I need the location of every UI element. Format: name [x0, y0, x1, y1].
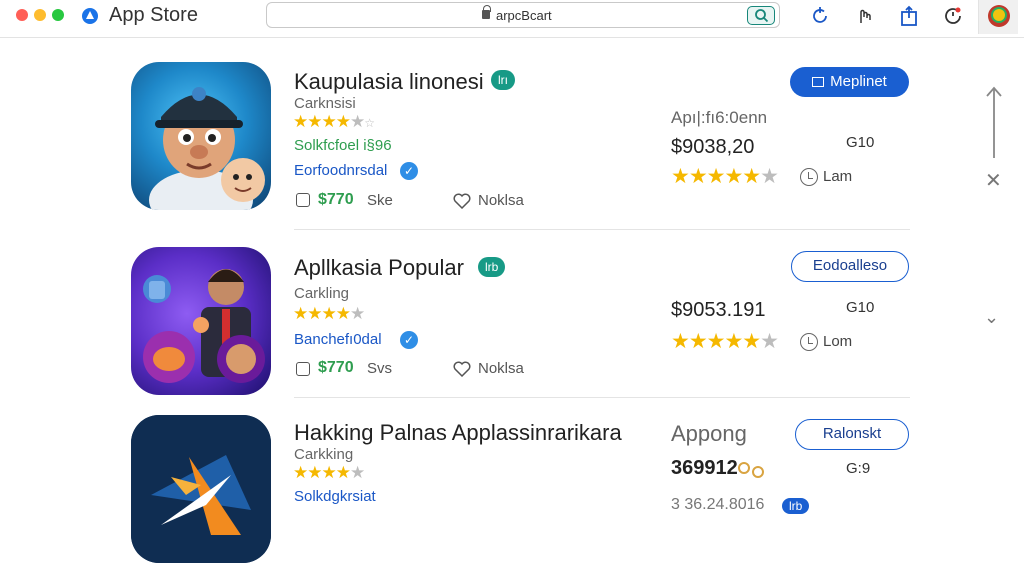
clock-icon	[800, 333, 818, 351]
time-label: Lom	[823, 333, 853, 350]
app-badge: lrı	[491, 70, 515, 90]
avatar-image	[988, 5, 1010, 27]
time-label: Lam	[823, 168, 853, 185]
cartoon-character-icon	[149, 87, 265, 210]
app-category: Carkking	[294, 446, 354, 463]
rating-stars: ★★★★★	[293, 463, 365, 482]
developer-name[interactable]: Banchefı0dal	[294, 331, 382, 348]
search-button[interactable]	[747, 6, 775, 25]
total-price: $9053.191	[671, 299, 766, 321]
row-divider	[294, 229, 910, 230]
verified-check-icon: ✓	[400, 331, 418, 349]
price-unit: Ske	[367, 192, 393, 209]
verified-check-icon: ✓	[400, 162, 418, 180]
meta-rating-stars: ★★★★★★	[671, 165, 779, 188]
app-icon-1[interactable]	[131, 62, 271, 210]
minimize-window-button[interactable]	[34, 9, 46, 21]
app-icon-2[interactable]	[131, 247, 271, 395]
address-text: arpcBcart	[496, 8, 552, 23]
app-size: G10	[846, 134, 875, 151]
close-window-button[interactable]	[16, 9, 28, 21]
install-button[interactable]: Meplinet	[790, 67, 909, 97]
select-checkbox[interactable]	[296, 362, 310, 376]
meta-rating-stars: ★★★★★★	[671, 330, 779, 353]
rating-stars: ★★★★★☆	[293, 112, 375, 131]
app-size: G10	[846, 299, 875, 316]
action-button[interactable]: Ralonskt	[795, 419, 909, 450]
coin-icon	[738, 462, 750, 474]
profile-avatar[interactable]	[978, 0, 1018, 34]
developer-name[interactable]: Eorfoodnrsdal	[294, 162, 387, 179]
app-price: $770	[318, 191, 354, 208]
version-date: 3 36.24.8016	[671, 496, 765, 513]
chevron-down-icon[interactable]: ⌄	[984, 307, 999, 328]
airplane-logo-icon	[131, 415, 271, 563]
scroll-up-arrow-icon[interactable]	[984, 84, 1004, 164]
app-name[interactable]: Kaupulasia linonesi	[294, 69, 484, 95]
cartoon-character-icon	[143, 269, 265, 383]
heart-icon[interactable]	[453, 361, 471, 377]
total-price: 369912	[671, 457, 738, 479]
app-store-logo-icon	[82, 8, 98, 24]
rating-stars: ★★★★★	[293, 304, 365, 323]
select-checkbox[interactable]	[296, 193, 310, 207]
app-category: Carkling	[294, 285, 350, 302]
release-date: Apı|:fı6:0enn	[671, 108, 768, 127]
app-price: $770	[318, 359, 354, 376]
install-button-label: Meplinet	[830, 73, 887, 90]
price-unit: Svs	[367, 360, 393, 377]
heart-icon[interactable]	[453, 193, 471, 209]
title-bar: App Store arpcBcart	[0, 0, 1024, 38]
total-price: $9038,20	[671, 136, 755, 158]
clock-icon	[800, 168, 818, 186]
search-icon	[755, 9, 769, 23]
maximize-window-button[interactable]	[52, 9, 64, 21]
release-date: Appong	[671, 421, 747, 446]
developer-name[interactable]: Solkdgkrsiat	[294, 488, 376, 505]
app-badge: lrb	[478, 257, 506, 277]
dismiss-icon[interactable]: ✕	[985, 168, 1002, 193]
app-size: G:9	[846, 460, 871, 477]
coin-icon	[752, 466, 764, 478]
app-status: Solkfcfoel i§96	[294, 137, 392, 154]
share-icon[interactable]	[898, 5, 920, 27]
action-button[interactable]: Eodoalleso	[791, 251, 909, 282]
lock-icon	[482, 5, 491, 19]
app-category: Carknsisi	[294, 95, 356, 112]
like-label[interactable]: Noklsa	[478, 360, 524, 377]
history-icon[interactable]	[942, 5, 964, 27]
install-button-icon	[812, 77, 825, 87]
like-label[interactable]: Noklsa	[478, 192, 524, 209]
refresh-icon[interactable]	[809, 5, 831, 27]
row-divider	[294, 397, 910, 398]
app-icon-3[interactable]	[131, 415, 271, 563]
address-bar[interactable]: arpcBcart	[266, 2, 780, 28]
hand-icon[interactable]	[853, 5, 875, 27]
app-name[interactable]: Apllkasia Popular	[294, 255, 464, 281]
window-title: App Store	[109, 4, 198, 26]
app-name[interactable]: Hakking Palnas Applassinrarikara	[294, 420, 622, 446]
